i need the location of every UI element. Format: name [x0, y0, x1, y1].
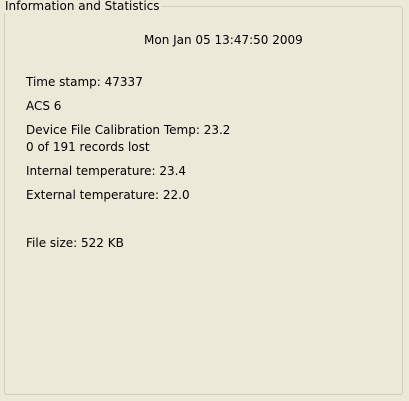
datetime-label: Mon Jan 05 13:47:50 2009	[144, 33, 303, 47]
file-size-label: File size: 522 KB	[26, 236, 124, 250]
internal-temperature-label: Internal temperature: 23.4	[26, 164, 187, 178]
acs-label: ACS 6	[26, 99, 62, 113]
external-temperature-label: External temperature: 22.0	[26, 188, 190, 202]
time-stamp-label: Time stamp: 47337	[26, 75, 143, 89]
calibration-temp-label: Device File Calibration Temp: 23.2	[26, 123, 231, 137]
groupbox-title: Information and Statistics	[4, 0, 161, 13]
records-lost-label: 0 of 191 records lost	[26, 140, 150, 154]
